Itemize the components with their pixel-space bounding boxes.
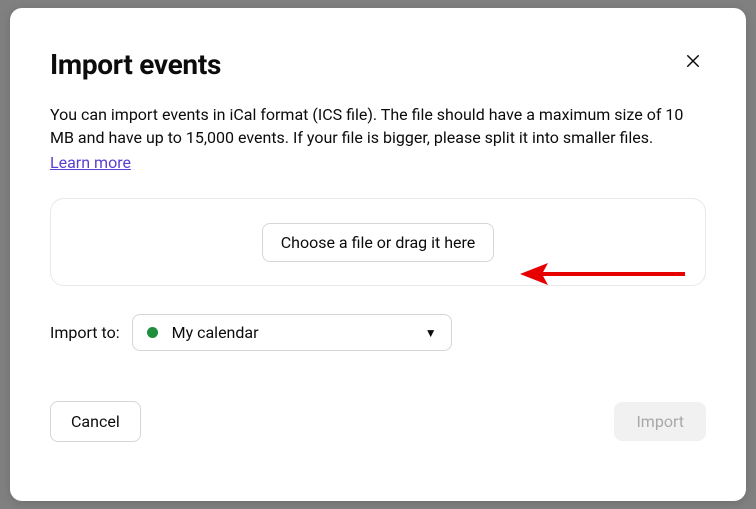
cancel-button[interactable]: Cancel (50, 401, 141, 442)
modal-header: Import events (50, 48, 706, 81)
chevron-down-icon: ▼ (425, 326, 437, 340)
choose-file-button[interactable]: Choose a file or drag it here (262, 223, 495, 262)
import-to-label: Import to: (50, 323, 120, 342)
close-button[interactable] (680, 48, 706, 74)
modal-title: Import events (50, 48, 221, 81)
modal-footer: Cancel Import (50, 401, 706, 442)
calendar-color-dot (147, 327, 158, 338)
close-icon (684, 52, 702, 70)
modal-description: You can import events in iCal format (IC… (50, 103, 706, 149)
calendar-name: My calendar (172, 323, 411, 342)
import-events-modal: Import events You can import events in i… (10, 8, 746, 501)
learn-more-link[interactable]: Learn more (50, 153, 131, 172)
import-button[interactable]: Import (614, 402, 706, 441)
import-to-row: Import to: My calendar ▼ (50, 314, 706, 351)
calendar-select[interactable]: My calendar ▼ (132, 314, 452, 351)
file-dropzone[interactable]: Choose a file or drag it here (50, 198, 706, 286)
